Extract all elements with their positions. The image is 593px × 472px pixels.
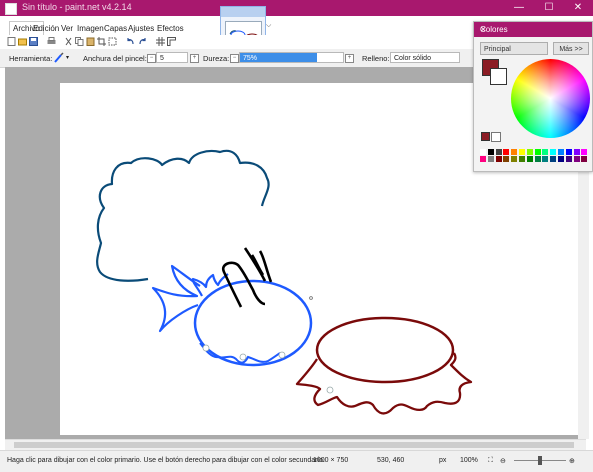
palette-swatch[interactable] bbox=[581, 156, 588, 162]
undo-icon[interactable] bbox=[126, 37, 135, 46]
palette-swatch[interactable] bbox=[558, 156, 564, 162]
unit-select[interactable]: px bbox=[439, 457, 446, 464]
menu-ver[interactable]: Ver bbox=[61, 24, 73, 33]
palette-swatch[interactable] bbox=[511, 149, 518, 155]
menu-edicion[interactable]: Edición bbox=[33, 24, 59, 33]
palette-swatch[interactable] bbox=[534, 149, 541, 155]
save-icon[interactable] bbox=[29, 37, 38, 46]
copy-icon[interactable] bbox=[75, 37, 84, 46]
status-hint: Haga clic para dibujar con el color prim… bbox=[7, 457, 325, 464]
palette-swatch[interactable] bbox=[558, 149, 564, 155]
maximize-button[interactable]: ☐ bbox=[536, 0, 562, 16]
palette-swatch[interactable] bbox=[550, 156, 557, 162]
zoom-in-icon[interactable]: ⊕ bbox=[569, 457, 575, 465]
decrease-hardness-button[interactable]: − bbox=[230, 54, 239, 63]
deselect-icon[interactable] bbox=[108, 37, 117, 46]
palette-swatch[interactable] bbox=[495, 156, 502, 162]
fill-select[interactable]: Color sólido bbox=[390, 52, 460, 63]
app-icon bbox=[5, 3, 17, 15]
redo-icon[interactable] bbox=[138, 37, 147, 46]
main-toolbar bbox=[0, 35, 470, 49]
palette-swatch[interactable] bbox=[542, 156, 549, 162]
increase-width-button[interactable]: + bbox=[190, 54, 199, 63]
palette-swatch[interactable] bbox=[526, 156, 533, 162]
title-bar: Sin título - paint.net v4.2.14 — ☐ ✕ bbox=[0, 0, 593, 16]
open-file-icon[interactable] bbox=[18, 37, 27, 46]
palette-swatch[interactable] bbox=[534, 156, 541, 162]
palette-swatch[interactable] bbox=[487, 149, 494, 155]
fill-label: Relleno: bbox=[362, 54, 390, 63]
status-bar: Haga clic para dibujar con el color prim… bbox=[0, 450, 593, 472]
secondary-color-swatch[interactable] bbox=[490, 68, 507, 85]
palette-swatch[interactable] bbox=[519, 149, 525, 155]
hardness-label: Dureza: bbox=[203, 54, 230, 63]
brush-width-field[interactable]: 5 bbox=[156, 52, 188, 63]
ruler-icon[interactable] bbox=[167, 37, 176, 46]
menu-ajustes[interactable]: Ajustes bbox=[128, 24, 154, 33]
palette-select[interactable]: Principal bbox=[480, 42, 548, 55]
new-file-icon[interactable] bbox=[7, 37, 16, 46]
palette-swatch[interactable] bbox=[503, 156, 510, 162]
palette-swatch[interactable] bbox=[542, 149, 549, 155]
palette-swatch[interactable] bbox=[573, 149, 580, 155]
grid-icon[interactable] bbox=[156, 37, 165, 46]
cursor-position: 530, 460 bbox=[377, 457, 405, 464]
palette-swatch[interactable] bbox=[581, 149, 588, 155]
crop-icon[interactable] bbox=[97, 37, 106, 46]
increase-hardness-button[interactable]: + bbox=[345, 54, 354, 63]
close-button[interactable]: ✕ bbox=[565, 0, 591, 16]
palette-swatch[interactable] bbox=[565, 156, 572, 162]
minimize-button[interactable]: — bbox=[506, 0, 532, 16]
brush-width-label: Anchura del pincel: bbox=[83, 54, 147, 63]
window-title: Sin título - paint.net v4.2.14 bbox=[22, 2, 132, 12]
palette-swatch[interactable] bbox=[565, 149, 572, 155]
cursor-dot bbox=[309, 296, 313, 300]
palette-swatch[interactable] bbox=[550, 149, 557, 155]
palette-swatch[interactable] bbox=[480, 149, 486, 155]
palette-swatch[interactable] bbox=[511, 156, 518, 162]
paste-icon[interactable] bbox=[86, 37, 95, 46]
color-wheel[interactable] bbox=[511, 59, 590, 138]
red-ellipse-stroke bbox=[315, 316, 455, 384]
zoom-out-icon[interactable]: ⊖ bbox=[500, 457, 506, 465]
zoom-level: 100% bbox=[460, 457, 478, 464]
chevron-down-icon[interactable]: ▾ bbox=[66, 54, 69, 61]
color-picker-icon[interactable] bbox=[491, 132, 501, 142]
print-icon[interactable] bbox=[47, 37, 56, 46]
decrease-width-button[interactable]: − bbox=[147, 54, 156, 63]
black-leg-stroke-right bbox=[243, 247, 273, 283]
menu-imagen[interactable]: Imagen bbox=[77, 24, 104, 33]
hardness-value: 75% bbox=[243, 55, 258, 62]
palette-swatch[interactable] bbox=[573, 156, 580, 162]
blue-tail-stroke bbox=[151, 264, 201, 333]
blue-ellipse-stroke bbox=[193, 279, 313, 367]
menu-capas[interactable]: Capas bbox=[104, 24, 127, 33]
more-button[interactable]: Más >> bbox=[553, 42, 589, 55]
palette-swatch[interactable] bbox=[480, 156, 486, 162]
palette-swatch[interactable] bbox=[526, 149, 533, 155]
zoom-to-window-icon[interactable]: ⛶ bbox=[488, 457, 493, 465]
paintbrush-icon[interactable] bbox=[53, 52, 65, 63]
horizontal-scroll-thumb[interactable] bbox=[14, 442, 574, 448]
close-icon[interactable]: ✕ bbox=[480, 25, 588, 34]
palette-swatch[interactable] bbox=[487, 156, 494, 162]
colors-panel-header: Colores ✕ bbox=[474, 22, 592, 37]
palette-swatch[interactable] bbox=[519, 156, 525, 162]
palette-color-icon[interactable] bbox=[481, 132, 490, 141]
menu-efectos[interactable]: Efectos bbox=[157, 24, 184, 33]
cut-icon[interactable] bbox=[64, 37, 73, 46]
tool-label: Herramienta: bbox=[9, 54, 53, 63]
image-size: 1000 × 750 bbox=[313, 457, 349, 464]
chevron-down-icon[interactable]: ⌵ bbox=[266, 22, 271, 30]
hardness-slider[interactable]: 75% bbox=[239, 52, 344, 63]
palette-swatch[interactable] bbox=[495, 149, 502, 155]
teal-cloud-stroke bbox=[96, 149, 270, 282]
zoom-slider-thumb[interactable] bbox=[538, 456, 542, 465]
color-palette-swatches[interactable] bbox=[480, 149, 590, 163]
palette-swatch[interactable] bbox=[503, 149, 510, 155]
